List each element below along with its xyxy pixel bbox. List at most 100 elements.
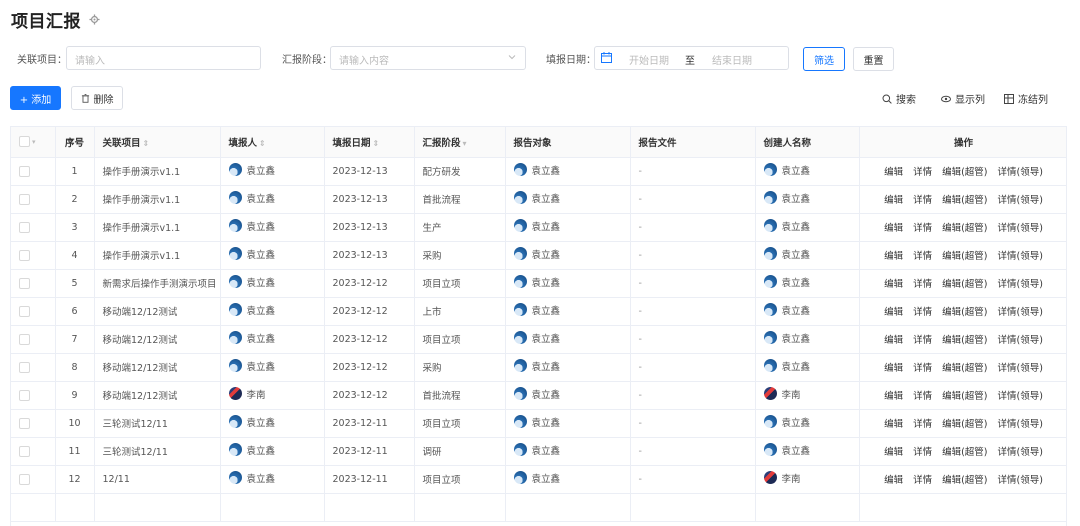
action-link-3[interactable]: 编辑(超管) [942,192,987,206]
add-button[interactable]: + 添加 [10,86,61,110]
sort-icon[interactable]: ⇕ [143,139,150,148]
columns-tool[interactable]: 显示列 [941,91,985,106]
table-row[interactable]: 4 操作手册演示v1.1 袁立鑫 2023-12-13 采购 袁立鑫 - 袁立鑫 编辑 详情 编辑(… [11,241,1066,270]
action-link-2[interactable]: 详情 [913,164,932,178]
row-checkbox[interactable] [19,165,30,177]
header-stage[interactable]: 汇报阶段 ▾ [414,127,506,158]
chevron-down-icon[interactable]: ▾ [32,138,36,146]
row-checkbox[interactable] [19,361,30,373]
table-row[interactable]: 1 操作手册演示v1.1 袁立鑫 2023-12-13 配方研发 袁立鑫 - 袁立鑫 编辑 详情编… [11,157,1066,186]
row-select-cell[interactable] [11,157,56,186]
table-row[interactable]: 9 移动端12/12测试 李南 2023-12-12 首批流程 袁立鑫 - 李南 编辑 详情 编辑(… [11,381,1066,410]
select-all-header[interactable]: ▾ [11,127,56,158]
action-link-4[interactable]: 详情(领导) [998,276,1043,290]
row-checkbox[interactable] [19,417,30,429]
action-link-3[interactable]: 编辑(超管) [942,472,987,486]
table-row[interactable]: 6 移动端12/12测试 袁立鑫 2023-12-12 上市 袁立鑫 - 袁立鑫 编辑 详情 编辑(… [11,297,1066,326]
action-link-2[interactable]: 详情 [913,304,932,318]
row-select-cell[interactable] [11,381,56,410]
table-row[interactable]: 2 操作手册演示v1.1 袁立鑫 2023-12-13 首批流程 袁立鑫 - 袁立鑫 编辑 详情编… [11,185,1066,214]
row-select-cell[interactable] [11,325,56,354]
table-row[interactable]: 12 12/11 袁立鑫 2023-12-11 项目立项 袁立鑫 - 李南 编辑 详情 编辑(超管)… [11,465,1066,494]
action-link-1[interactable]: 编辑 [884,192,903,206]
action-link-1[interactable]: 编辑 [884,304,903,318]
row-checkbox[interactable] [19,221,30,233]
action-link-4[interactable]: 详情(领导) [998,220,1043,234]
action-link-1[interactable]: 编辑 [884,444,903,458]
table-row[interactable]: 10 三轮测试12/11 袁立鑫 2023-12-11 项目立项 袁立鑫 - 袁立鑫 编辑 详情编… [11,409,1066,438]
row-checkbox[interactable] [19,473,30,485]
action-link-1[interactable]: 编辑 [884,472,903,486]
select-all-checkbox[interactable] [19,136,30,148]
action-link-2[interactable]: 详情 [913,472,932,486]
action-link-2[interactable]: 详情 [913,388,932,402]
action-link-2[interactable]: 详情 [913,276,932,290]
row-select-cell[interactable] [11,213,56,242]
row-checkbox[interactable] [19,305,30,317]
row-select-cell[interactable] [11,241,56,270]
action-link-4[interactable]: 详情(领导) [998,304,1043,318]
row-select-cell[interactable] [11,437,56,466]
action-link-4[interactable]: 详情(领导) [998,360,1043,374]
table-row[interactable]: 8 移动端12/12测试 袁立鑫 2023-12-12 采购 袁立鑫 - 袁立鑫 编辑 详情 编辑(… [11,353,1066,382]
reset-button[interactable]: 重置 [853,47,894,71]
action-link-3[interactable]: 编辑(超管) [942,276,987,290]
action-link-2[interactable]: 详情 [913,220,932,234]
filter-caret-icon[interactable]: ▾ [463,139,467,148]
action-link-3[interactable]: 编辑(超管) [942,164,987,178]
action-link-4[interactable]: 详情(领导) [998,472,1043,486]
action-link-1[interactable]: 编辑 [884,360,903,374]
row-select-cell[interactable] [11,185,56,214]
action-link-2[interactable]: 详情 [913,360,932,374]
row-select-cell[interactable] [11,465,56,494]
action-link-1[interactable]: 编辑 [884,388,903,402]
action-link-3[interactable]: 编辑(超管) [942,332,987,346]
row-checkbox[interactable] [19,249,30,261]
stage-filter-select[interactable]: 请输入内容 [330,46,526,70]
table-row[interactable]: 5 新需求后操作手测演示项目 袁立鑫 2023-12-12 项目立项 袁立鑫 - 袁立鑫 编辑详… [11,269,1066,298]
action-link-2[interactable]: 详情 [913,332,932,346]
header-date[interactable]: 填报日期 ⇕ [324,127,415,158]
sort-icon[interactable]: ⇕ [259,139,266,148]
header-project[interactable]: 关联项目 ⇕ [94,127,221,158]
row-checkbox[interactable] [19,445,30,457]
row-select-cell[interactable] [11,297,56,326]
row-select-cell[interactable] [11,409,56,438]
action-link-1[interactable]: 编辑 [884,276,903,290]
action-link-4[interactable]: 详情(领导) [998,192,1043,206]
search-tool[interactable]: 搜索 [882,91,916,106]
row-select-cell[interactable] [11,269,56,298]
action-link-4[interactable]: 详情(领导) [998,164,1043,178]
header-reporter[interactable]: 填报人 ⇕ [220,127,325,158]
action-link-1[interactable]: 编辑 [884,248,903,262]
action-link-4[interactable]: 详情(领导) [998,248,1043,262]
row-checkbox[interactable] [19,193,30,205]
action-link-1[interactable]: 编辑 [884,164,903,178]
action-link-2[interactable]: 详情 [913,444,932,458]
action-link-3[interactable]: 编辑(超管) [942,248,987,262]
table-row[interactable]: 7 移动端12/12测试 袁立鑫 2023-12-12 项目立项 袁立鑫 - 袁立鑫 编辑 详情编… [11,325,1066,354]
action-link-1[interactable]: 编辑 [884,416,903,430]
action-link-1[interactable]: 编辑 [884,220,903,234]
action-link-2[interactable]: 详情 [913,248,932,262]
action-link-4[interactable]: 详情(领导) [998,388,1043,402]
action-link-3[interactable]: 编辑(超管) [942,444,987,458]
action-link-3[interactable]: 编辑(超管) [942,220,987,234]
action-link-4[interactable]: 详情(领导) [998,332,1043,346]
action-link-3[interactable]: 编辑(超管) [942,360,987,374]
action-link-4[interactable]: 详情(领导) [998,416,1043,430]
delete-button[interactable]: 删除 [71,86,123,110]
action-link-3[interactable]: 编辑(超管) [942,416,987,430]
table-row[interactable]: 11 三轮测试12/11 袁立鑫 2023-12-11 调研 袁立鑫 - 袁立鑫 编辑 详情 编辑(… [11,437,1066,466]
action-link-2[interactable]: 详情 [913,416,932,430]
action-link-2[interactable]: 详情 [913,192,932,206]
project-filter-input[interactable]: 请输入 [66,46,261,70]
table-row[interactable]: 3 操作手册演示v1.1 袁立鑫 2023-12-13 生产 袁立鑫 - 袁立鑫 编辑 详情 编辑(… [11,213,1066,242]
row-checkbox[interactable] [19,333,30,345]
gear-icon[interactable] [89,13,100,25]
action-link-3[interactable]: 编辑(超管) [942,304,987,318]
row-select-cell[interactable] [11,353,56,382]
date-range-picker[interactable]: 开始日期 至 结束日期 [594,46,789,70]
action-link-4[interactable]: 详情(领导) [998,444,1043,458]
freeze-tool[interactable]: 冻结列 [1004,91,1048,106]
